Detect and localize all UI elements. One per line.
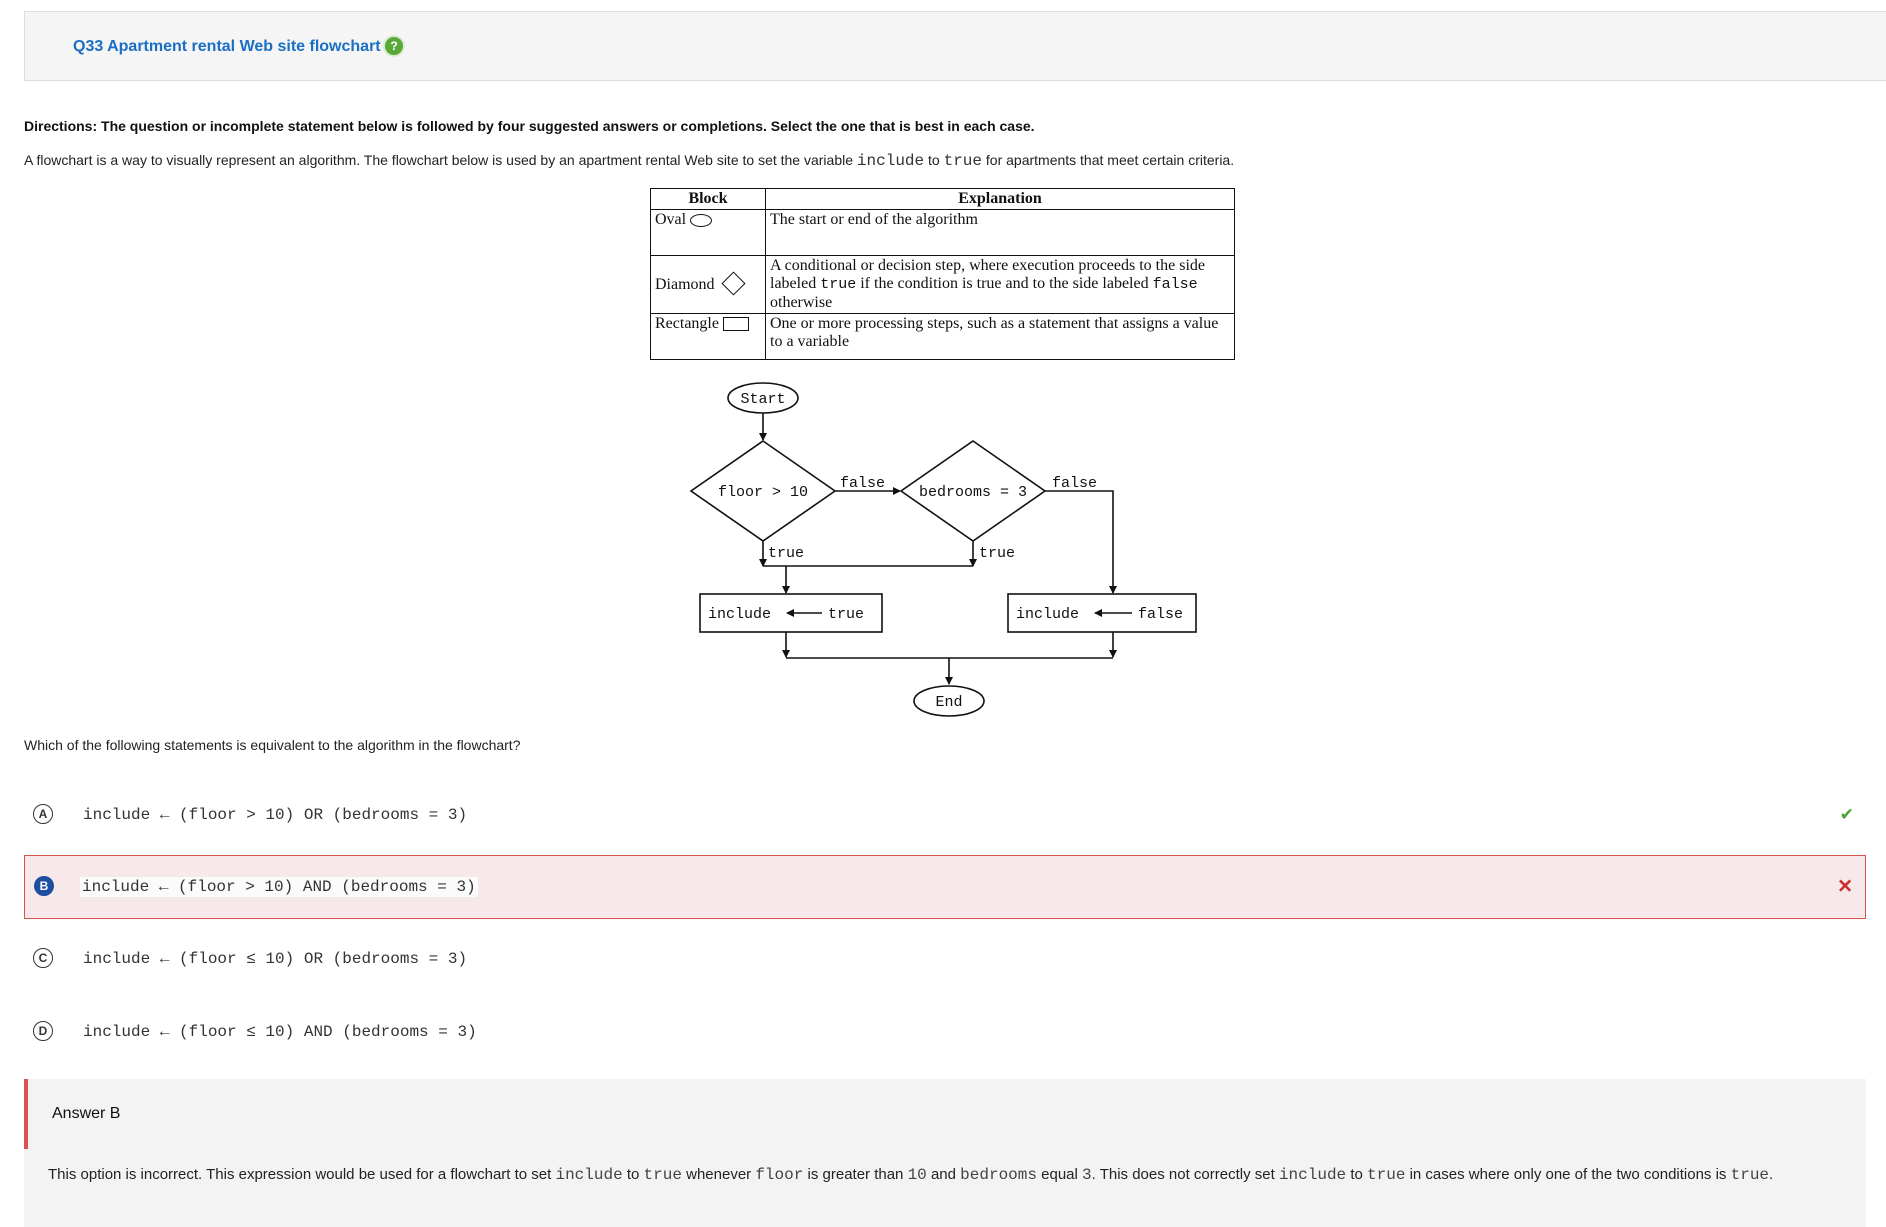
checkmark-icon: ✔ (1839, 805, 1854, 824)
include-label: include (708, 606, 771, 623)
explanation-text: This option is incorrect. This expressio… (48, 1166, 1848, 1184)
expl-part: is greater than (803, 1166, 908, 1183)
false-label-1: false (840, 475, 885, 492)
option-d[interactable]: D include ← (floor ≤ 10) AND (bedrooms =… (24, 1000, 1866, 1064)
intro-code: include (856, 152, 925, 170)
expl-part: . (1769, 1166, 1774, 1183)
answer-explanation: Answer B This option is incorrect. This … (24, 1079, 1866, 1227)
directions-text: Directions: The question or incomplete s… (24, 118, 1035, 134)
expl-code: true (643, 1166, 682, 1184)
option-letter[interactable]: A (33, 804, 53, 824)
option-text[interactable]: include ← (floor > 10) AND (bedrooms = 3… (80, 877, 478, 897)
expl-part: whenever (681, 1166, 756, 1183)
expl-part: to (1346, 1166, 1368, 1183)
option-b[interactable]: B include ← (floor > 10) AND (bedrooms =… (24, 855, 1866, 919)
false-value-label: false (1138, 606, 1183, 623)
expl-part: in cases where only one of the two condi… (1405, 1166, 1731, 1183)
expl-part: to (622, 1166, 644, 1183)
expl-code: true (1367, 1166, 1406, 1184)
option-letter[interactable]: D (33, 1021, 53, 1041)
expl-part: This option is incorrect. This expressio… (48, 1166, 556, 1183)
expl-part: and (926, 1166, 961, 1183)
bedrooms-condition-label: bedrooms = 3 (919, 484, 1027, 501)
expl-code: true (1730, 1166, 1770, 1184)
true-label-1: true (768, 545, 804, 562)
option-c[interactable]: C include ← (floor ≤ 10) OR (bedrooms = … (24, 927, 1866, 991)
include-label: include (1016, 606, 1079, 623)
expl-code: bedrooms (960, 1166, 1037, 1184)
expl-part: . This does not correctly set (1091, 1166, 1279, 1183)
option-letter[interactable]: B (34, 876, 54, 896)
question-title[interactable]: Q33 Apartment rental Web site flowchart (73, 38, 381, 56)
option-text[interactable]: include ← (floor ≤ 10) OR (bedrooms = 3) (83, 950, 467, 968)
true-label-2: true (979, 545, 1015, 562)
end-label: End (935, 694, 962, 711)
help-icon[interactable]: ? (385, 37, 403, 55)
expl-code: include (555, 1166, 623, 1184)
expl-code: 10 (907, 1166, 927, 1184)
expl-part: equal (1036, 1166, 1083, 1183)
false-label-2: false (1052, 475, 1097, 492)
intro-part: to (924, 152, 944, 168)
intro-part: A flowchart is a way to visually represe… (24, 152, 857, 168)
flowchart-figure: Block Explanation Oval The start or end … (640, 186, 1240, 726)
true-value-label: true (828, 606, 864, 623)
flowchart-diagram: Start floor > 10 bedrooms = 3 false fals… (689, 382, 1197, 717)
option-a[interactable]: A include ← (floor > 10) OR (bedrooms = … (24, 783, 1866, 847)
question-header: Q33 Apartment rental Web site flowchart … (24, 11, 1886, 81)
answer-label: Answer B (52, 1105, 121, 1122)
option-text[interactable]: include ← (floor ≤ 10) AND (bedrooms = 3… (83, 1023, 477, 1041)
expl-code: 3 (1082, 1166, 1092, 1184)
intro-code: true (943, 152, 982, 170)
question-text: Which of the following statements is equ… (24, 737, 521, 753)
option-letter[interactable]: C (33, 948, 53, 968)
option-text[interactable]: include ← (floor > 10) OR (bedrooms = 3) (83, 806, 467, 824)
answer-accent-bar (24, 1079, 28, 1149)
floor-condition-label: floor > 10 (718, 484, 808, 501)
expl-code: floor (755, 1166, 804, 1184)
intro-part: for apartments that meet certain criteri… (982, 152, 1235, 168)
intro-text: A flowchart is a way to visually represe… (24, 152, 1234, 170)
close-icon: ✕ (1837, 876, 1853, 898)
start-label: Start (740, 391, 785, 408)
expl-code: include (1278, 1166, 1347, 1184)
